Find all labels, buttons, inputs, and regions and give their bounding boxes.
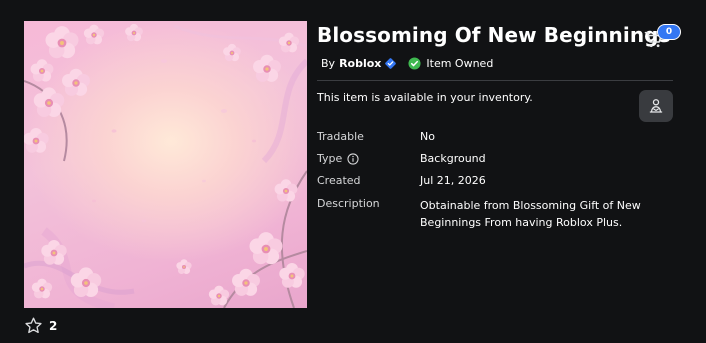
description-value: Obtainable from Blossoming Gift of New B… (420, 199, 641, 229)
type-value: Background (420, 152, 486, 165)
check-circle-icon (408, 57, 421, 70)
favorite-count: 2 (49, 318, 58, 333)
tradable-value: No (420, 130, 435, 143)
info-icon[interactable] (347, 152, 359, 165)
cart-count-badge: 0 (657, 24, 681, 40)
try-on-button[interactable] (639, 90, 673, 122)
type-label-row: Type (317, 152, 359, 165)
item-title: Blossoming Of New Beginnings (317, 23, 671, 47)
item-owned-status: Item Owned (408, 57, 493, 70)
cherry-blossom-artwork (24, 23, 307, 308)
tradable-label: Tradable (317, 130, 364, 143)
created-label: Created (317, 174, 361, 187)
creator-byline: By Roblox Item Owned (321, 57, 493, 70)
description-label: Description (317, 197, 380, 210)
item-thumbnail (24, 21, 307, 308)
item-owned-label: Item Owned (426, 57, 494, 70)
item-details-page: 2 Blossoming Of New Beginnings 0 By Robl… (0, 0, 706, 343)
try-on-icon (647, 97, 665, 115)
inventory-message: This item is available in your inventory… (317, 91, 533, 104)
divider (317, 80, 673, 81)
cart-button[interactable]: 0 (644, 24, 681, 50)
type-label: Type (317, 152, 343, 165)
star-outline-icon (24, 316, 43, 335)
verified-badge-icon (385, 58, 397, 69)
favorite-button[interactable]: 2 (24, 316, 57, 335)
by-prefix: By (321, 57, 336, 70)
creator-link[interactable]: Roblox (339, 57, 381, 70)
created-value: Jul 21, 2026 (420, 174, 486, 187)
